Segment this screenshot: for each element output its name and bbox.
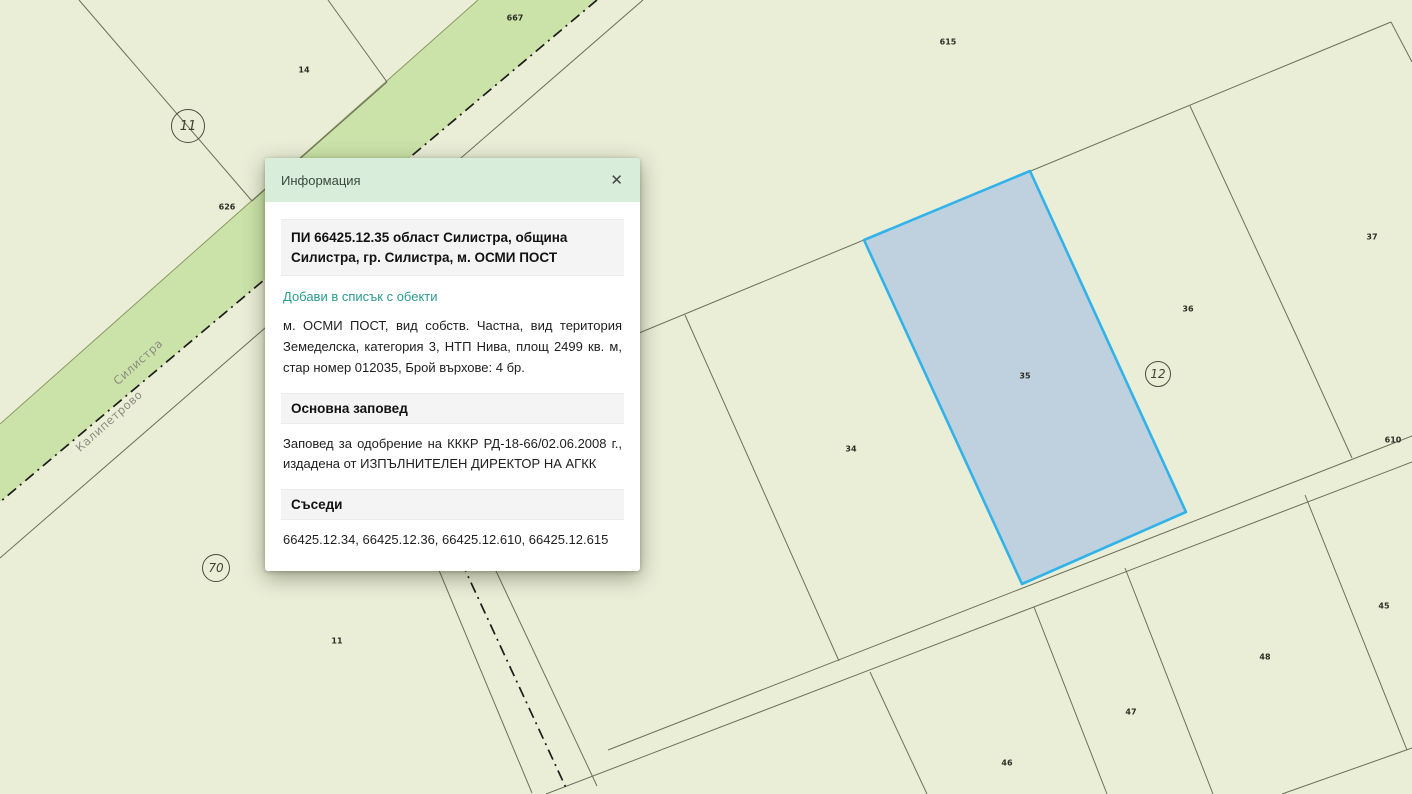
map-svg bbox=[0, 0, 1412, 794]
parcel-details-text: м. ОСМИ ПОСТ, вид собств. Частна, вид те… bbox=[283, 316, 622, 378]
section-heading-main-order: Основна заповед bbox=[281, 393, 624, 424]
popup-body: ПИ 66425.12.35 област Силистра, община С… bbox=[265, 202, 640, 571]
info-popup: Информация ✕ ПИ 66425.12.35 област Силис… bbox=[265, 158, 640, 571]
section-text-main-order: Заповед за одобрение на КККР РД-18-66/02… bbox=[283, 434, 622, 476]
section-text-neighbors: 66425.12.34, 66425.12.36, 66425.12.610, … bbox=[283, 530, 622, 551]
popup-title: Информация bbox=[281, 173, 361, 188]
close-icon[interactable]: ✕ bbox=[606, 171, 627, 190]
section-heading-neighbors: Съседи bbox=[281, 489, 624, 520]
add-to-object-list-link[interactable]: Добави в списък с обекти bbox=[283, 289, 438, 304]
map-canvas[interactable]: 667146266153736353461045484746113111270С… bbox=[0, 0, 1412, 794]
selected-parcel[interactable] bbox=[864, 171, 1186, 584]
parcel-title: ПИ 66425.12.35 област Силистра, община С… bbox=[281, 219, 624, 276]
popup-header: Информация ✕ bbox=[265, 158, 640, 202]
